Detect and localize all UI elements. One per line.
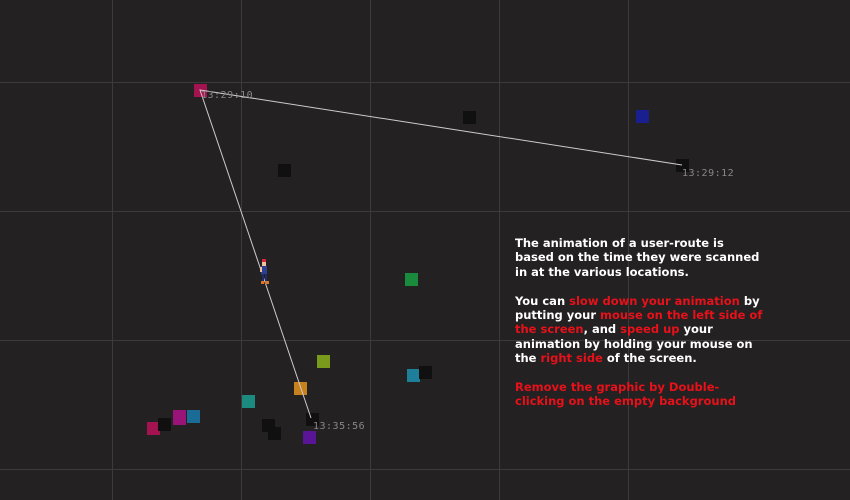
grid-line: [0, 82, 850, 83]
location-marker[interactable]: [317, 355, 330, 368]
route-timestamp: 13:35:56: [313, 421, 366, 432]
instructions-intro: The animation of a user-route is based o…: [515, 236, 760, 279]
location-marker[interactable]: [268, 427, 281, 440]
grid-line: [370, 0, 371, 500]
location-marker[interactable]: [294, 382, 307, 395]
text: of the screen.: [602, 351, 697, 366]
grid-line: [112, 0, 113, 500]
highlight-text: speed up: [620, 322, 680, 337]
route-timestamp: 13:29:12: [682, 168, 735, 179]
map-background[interactable]: 13:29:12 13:29:10 13:35:56 The animation…: [0, 0, 850, 500]
location-marker[interactable]: [242, 395, 255, 408]
location-marker[interactable]: [173, 410, 186, 425]
grid-line: [0, 211, 850, 212]
text: , and: [583, 322, 621, 337]
instructions-remove: Remove the graphic by Double-clicking on…: [515, 380, 736, 409]
location-marker[interactable]: [158, 418, 171, 431]
location-marker[interactable]: [419, 366, 432, 379]
location-marker[interactable]: [187, 410, 200, 423]
walking-person-icon: [260, 259, 269, 284]
location-marker[interactable]: [405, 273, 418, 286]
location-marker[interactable]: [463, 111, 476, 124]
instructions-panel: The animation of a user-route is based o…: [515, 236, 765, 423]
text: You can: [515, 293, 570, 308]
highlight-text: slow down your animation: [569, 293, 740, 308]
grid-line: [241, 0, 242, 500]
instructions-speed: You can slow down your animation by putt…: [515, 294, 765, 366]
grid-line: [499, 0, 500, 500]
location-marker[interactable]: [303, 431, 316, 444]
route-timestamp: 13:29:10: [201, 90, 254, 101]
location-marker[interactable]: [278, 164, 291, 177]
highlight-text: right side: [540, 351, 603, 366]
location-marker[interactable]: [636, 110, 649, 123]
grid-line: [0, 469, 850, 470]
